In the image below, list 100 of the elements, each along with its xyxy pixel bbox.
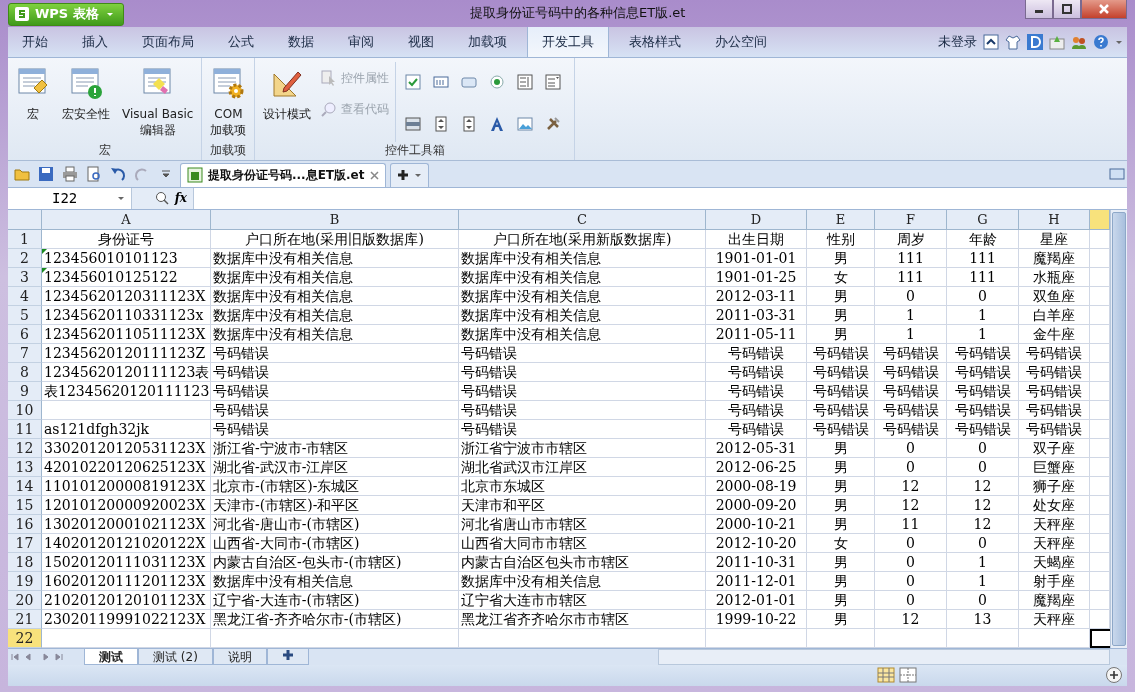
document-tab[interactable]: 提取身份证号码...息ET版.et — [180, 162, 386, 187]
ribbon-button[interactable]: Visual Basic 编辑器 — [118, 61, 198, 142]
table-cell: 2011-03-31 — [706, 305, 807, 325]
horizontal-scrollbar[interactable] — [658, 648, 1110, 665]
table-cell: 13020120001021123X — [42, 514, 211, 534]
column-header[interactable]: C — [459, 209, 706, 230]
menu-tab[interactable]: 公式 — [214, 26, 268, 57]
table-cell: 111 — [947, 267, 1019, 287]
collapse-icon — [983, 33, 999, 50]
table-cell: 表12345620120111123 — [42, 381, 211, 401]
sheet-tab[interactable]: 说明 — [212, 648, 267, 665]
menu-tab[interactable]: 审阅 — [334, 26, 388, 57]
printer-icon — [62, 165, 78, 182]
table-cell: 内蒙古自治区-包头市-(市辖区) — [211, 552, 459, 572]
ribbon-button[interactable]: 设计模式 — [259, 61, 316, 142]
table-cell: 0 — [875, 552, 947, 572]
column-header[interactable]: E — [807, 209, 875, 230]
table-cell: 2000-10-21 — [706, 514, 807, 534]
ribbon-button[interactable]: COM 加载项 — [206, 61, 251, 142]
add-sheet-button[interactable] — [266, 648, 309, 665]
menu-tab[interactable]: 办公空间 — [701, 26, 781, 57]
vertical-scrollbar[interactable] — [1110, 209, 1127, 648]
table-cell: 2012-06-25 — [706, 457, 807, 477]
table-cell: 111 — [875, 248, 947, 268]
plus-icon — [281, 648, 294, 661]
table-cell: 2011-12-01 — [706, 571, 807, 591]
table-cell: 数据库中没有相关信息 — [211, 267, 459, 287]
caret-icon — [117, 194, 125, 203]
table-cell: 号码错误 — [1019, 362, 1090, 382]
close-button[interactable] — [1081, 0, 1127, 19]
menu-tab[interactable]: 视图 — [394, 26, 448, 57]
table-cell: 12345620120111123表 — [42, 362, 211, 382]
menu-tab[interactable]: 表格样式 — [615, 26, 695, 57]
table-cell — [807, 628, 875, 648]
column-header[interactable]: F — [875, 209, 947, 230]
table-cell: 2011-10-31 — [706, 552, 807, 572]
table-cell: 1999-10-22 — [706, 609, 807, 629]
table-cell: 0 — [875, 571, 947, 591]
table-cell: 号码错误 — [459, 381, 706, 401]
gear-icon — [211, 65, 246, 100]
table-cell: 男 — [807, 324, 875, 344]
table-cell: 数据库中没有相关信息 — [211, 248, 459, 268]
table-cell: 1 — [875, 305, 947, 325]
table-cell: 12345620110331123x — [42, 305, 211, 325]
table-cell: 号码错误 — [807, 400, 875, 420]
table-cell: 辽宁省-大连市-(市辖区) — [211, 590, 459, 610]
table-cell: 号码错误 — [947, 362, 1019, 382]
text-field-icon — [433, 73, 450, 90]
table-cell: 金牛座 — [1019, 324, 1090, 344]
ribbon-button[interactable]: 宏 — [12, 61, 54, 142]
button-label: Visual Basic 编辑器 — [122, 105, 194, 138]
print-button[interactable] — [60, 163, 80, 184]
table-cell: 14020120121020122X — [42, 533, 211, 553]
menu-tab[interactable]: 页面布局 — [128, 26, 208, 57]
sheet-tab[interactable]: 测试 (2) — [138, 648, 213, 665]
table-cell: 123456010101123 — [42, 248, 211, 268]
table-cell: 号码错误 — [211, 419, 459, 439]
table-cell: 12345620110511123X — [42, 324, 211, 344]
page-view-icon — [899, 667, 917, 684]
table-cell: 23020119991022123X — [42, 609, 211, 629]
column-header[interactable]: D — [706, 209, 807, 230]
table-cell: 12345620120111123Z — [42, 343, 211, 363]
column-header[interactable]: B — [211, 209, 459, 230]
table-cell: 北京市东城区 — [459, 476, 706, 496]
table-cell: 北京市-(市辖区)-东城区 — [211, 476, 459, 496]
sheet-tab[interactable]: 测试 — [84, 648, 138, 665]
maximize-icon — [1062, 4, 1072, 14]
menu-tab[interactable]: 加载项 — [454, 26, 521, 57]
label-icon — [489, 115, 506, 132]
maximize-button[interactable] — [1053, 0, 1081, 19]
table-cell: 水瓶座 — [1019, 267, 1090, 287]
ribbon-button[interactable]: 宏安全性 — [58, 61, 114, 142]
table-cell: 湖北省-武汉市-江岸区 — [211, 457, 459, 477]
dropdown-icon — [161, 168, 171, 179]
table-cell: 号码错误 — [947, 400, 1019, 420]
table-cell: 号码错误 — [807, 419, 875, 439]
menu-tab[interactable]: 数据 — [274, 26, 328, 57]
table-cell: 内蒙古自治区包头市市辖区 — [459, 552, 706, 572]
minimize-button[interactable] — [1025, 0, 1053, 19]
login-status[interactable]: 未登录 — [938, 32, 977, 51]
table-cell: 男 — [807, 609, 875, 629]
column-header[interactable]: A — [42, 209, 211, 230]
column-header[interactable]: H — [1019, 209, 1090, 230]
letter-d-icon — [1027, 33, 1043, 50]
table-cell: 数据库中没有相关信息 — [459, 248, 706, 268]
new-tab-button[interactable] — [389, 162, 429, 187]
table-cell: 河北省唐山市市辖区 — [459, 514, 706, 534]
column-header[interactable]: G — [947, 209, 1019, 230]
table-cell: 女 — [807, 533, 875, 553]
plus-icon — [396, 169, 409, 182]
function-label[interactable]: fx — [174, 191, 187, 206]
table-cell: 1901-01-01 — [706, 248, 807, 268]
table-cell: 2012-03-11 — [706, 286, 807, 306]
column-title: 周岁 — [875, 229, 947, 249]
menu-tab[interactable]: 开发工具 — [527, 26, 609, 57]
table-cell: 111 — [875, 267, 947, 287]
table-cell: 天秤座 — [1019, 514, 1090, 534]
table-cell: 15020120111031123X — [42, 552, 211, 572]
menu-tab[interactable]: 插入 — [68, 26, 122, 57]
menu-tab[interactable]: 开始 — [8, 26, 62, 57]
